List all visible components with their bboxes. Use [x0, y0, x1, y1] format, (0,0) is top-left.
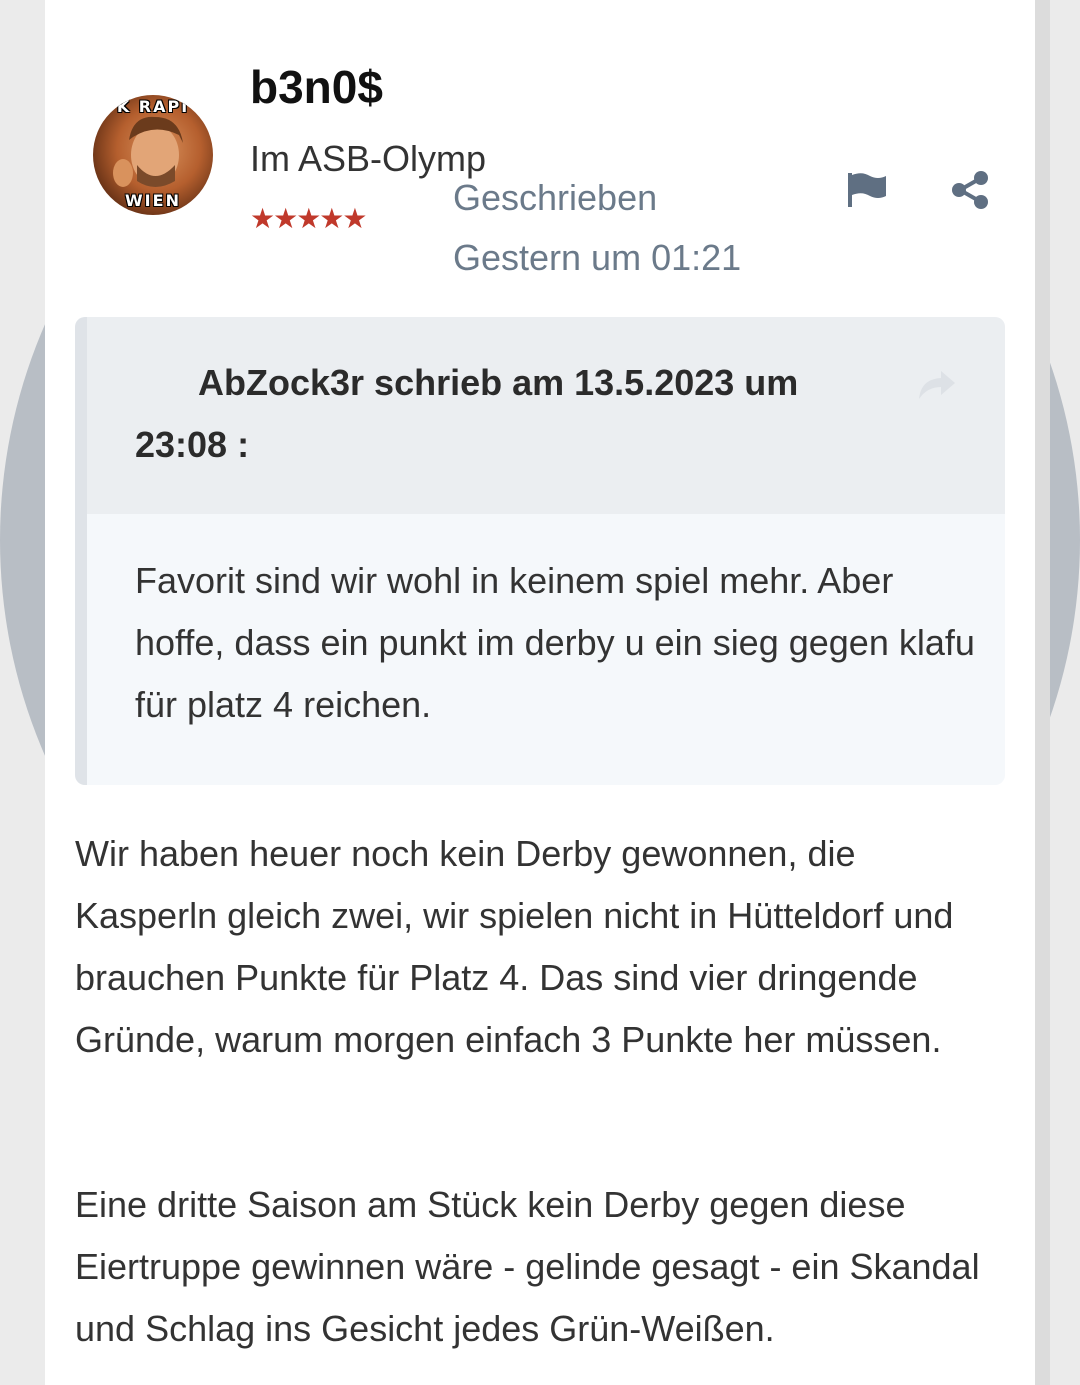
username-link[interactable]: b3n0$: [250, 60, 383, 114]
quote-citation: AbZock3r schrieb am 13.5.2023 um 23:08 :: [135, 362, 799, 465]
quote-left-bar: [75, 317, 87, 785]
share-arrow-icon[interactable]: [915, 365, 959, 405]
share-icon[interactable]: [950, 170, 990, 210]
post-paragraph: Eine dritte Saison am Stück kein Derby g…: [75, 1184, 980, 1349]
flag-icon[interactable]: [844, 170, 888, 210]
avatar[interactable]: K RAPI WIEN: [93, 95, 213, 215]
post-date[interactable]: Gestern um 01:21: [453, 228, 741, 288]
user-rank: Im ASB-Olymp: [250, 138, 487, 179]
quote-text: Favorit sind wir wohl in keinem spiel me…: [135, 560, 975, 725]
avatar-caption-bottom: WIEN: [125, 191, 181, 210]
post-meta: Geschrieben Gestern um 01:21: [453, 168, 741, 288]
scrollbar-track[interactable]: [1035, 0, 1050, 1385]
post-paragraph: Wir haben heuer noch kein Derby gewonnen…: [75, 833, 954, 1060]
written-label: Geschrieben: [453, 177, 658, 218]
rank-stars: ★★★★★: [250, 203, 368, 234]
